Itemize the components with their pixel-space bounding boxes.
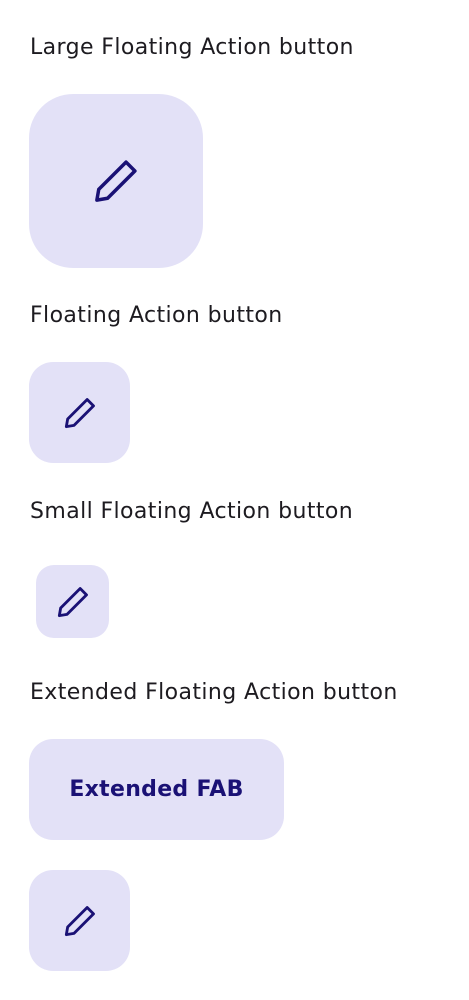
fab-heading: Floating Action button bbox=[30, 303, 283, 328]
extended-fab-collapsed-button[interactable] bbox=[29, 870, 130, 971]
small-fab-heading: Small Floating Action button bbox=[30, 499, 354, 524]
pencil-icon bbox=[60, 393, 100, 433]
extended-fab-heading: Extended Floating Action button bbox=[30, 680, 398, 705]
small-fab-button[interactable] bbox=[36, 565, 109, 638]
pencil-icon bbox=[53, 582, 93, 622]
large-fab-button[interactable] bbox=[29, 94, 203, 268]
pencil-icon bbox=[88, 153, 144, 209]
extended-fab-button[interactable]: Extended FAB bbox=[29, 739, 284, 840]
large-fab-heading: Large Floating Action button bbox=[30, 35, 354, 60]
pencil-icon bbox=[60, 901, 100, 941]
extended-fab-label: Extended FAB bbox=[69, 777, 244, 802]
fab-button[interactable] bbox=[29, 362, 130, 463]
